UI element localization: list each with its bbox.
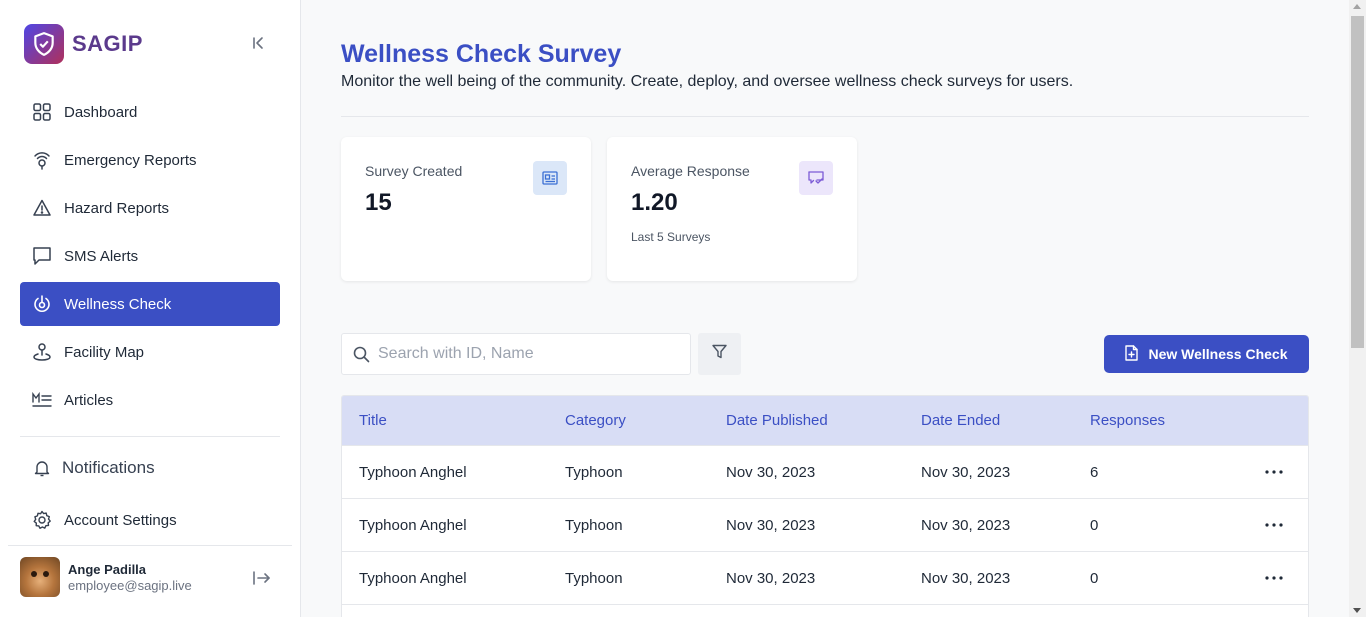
search-bar bbox=[341, 333, 691, 375]
shield-logo-icon bbox=[24, 24, 64, 64]
cell-title: Typhoon Anghel bbox=[359, 516, 467, 534]
user-email: employee@sagip.live bbox=[68, 577, 192, 593]
more-options-icon[interactable] bbox=[1240, 470, 1308, 474]
page-title: Wellness Check Survey bbox=[341, 40, 622, 68]
sidebar-item-label: Emergency Reports bbox=[64, 151, 197, 169]
more-options-icon[interactable] bbox=[1240, 576, 1308, 580]
wellness-table: Title Category Date Published Date Ended… bbox=[341, 395, 1309, 617]
filter-icon bbox=[712, 344, 727, 364]
sidebar-item-label: Hazard Reports bbox=[64, 199, 170, 217]
file-plus-icon bbox=[1125, 344, 1139, 364]
card-note: Last 5 Surveys bbox=[631, 230, 711, 244]
sidebar-item-articles[interactable]: Articles bbox=[20, 378, 280, 422]
filter-button[interactable] bbox=[698, 333, 741, 375]
cell-category: Typhoon bbox=[565, 569, 623, 587]
page-subtitle: Monitor the well being of the community.… bbox=[341, 73, 1074, 90]
cell-responses: 0 bbox=[1090, 516, 1099, 534]
account-settings-label: Account Settings bbox=[64, 511, 177, 529]
user-profile[interactable]: Ange Padilla employee@sagip.live bbox=[20, 557, 192, 597]
card-label: Average Response bbox=[631, 163, 750, 179]
column-header-title[interactable]: Title bbox=[342, 412, 548, 429]
cell-date-published: Nov 30, 2023 bbox=[726, 516, 816, 534]
table-row[interactable] bbox=[342, 604, 1308, 617]
survey-id-card-icon bbox=[533, 161, 567, 195]
broadcast-location-icon bbox=[32, 150, 52, 170]
cell-category: Typhoon bbox=[565, 463, 623, 481]
column-header-category[interactable]: Category bbox=[548, 412, 709, 429]
sidebar-item-label: Wellness Check bbox=[64, 295, 172, 313]
cell-title: Typhoon Anghel bbox=[359, 463, 467, 481]
scrollbar-thumb[interactable] bbox=[1351, 16, 1364, 348]
user-name: Ange Padilla bbox=[68, 561, 147, 577]
table-row[interactable]: Typhoon Anghel Typhoon Nov 30, 2023 Nov … bbox=[342, 498, 1308, 551]
survey-created-card: Survey Created 15 bbox=[341, 137, 591, 281]
message-square-icon bbox=[32, 246, 52, 266]
sidebar-divider bbox=[20, 436, 280, 437]
new-wellness-check-button[interactable]: New Wellness Check bbox=[1104, 335, 1309, 373]
card-value: 1.20 bbox=[631, 189, 678, 216]
card-value: 15 bbox=[365, 189, 392, 216]
warning-triangle-icon bbox=[32, 198, 52, 218]
column-header-date-ended[interactable]: Date Ended bbox=[904, 412, 1073, 429]
column-header-responses[interactable]: Responses bbox=[1073, 412, 1240, 429]
table-row[interactable]: Typhoon Anghel Typhoon Nov 30, 2023 Nov … bbox=[342, 551, 1308, 604]
bell-icon bbox=[32, 458, 52, 478]
new-wellness-check-label: New Wellness Check bbox=[1148, 346, 1288, 362]
sidebar-item-label: Facility Map bbox=[64, 343, 145, 361]
dashboard-grid-icon bbox=[32, 102, 52, 122]
sidebar-item-facility-map[interactable]: Facility Map bbox=[20, 330, 280, 374]
gear-icon bbox=[32, 510, 52, 530]
table-row[interactable]: Typhoon Anghel Typhoon Nov 30, 2023 Nov … bbox=[342, 445, 1308, 498]
main-content: Wellness Check Survey Monitor the well b… bbox=[301, 0, 1349, 617]
cell-date-ended: Nov 30, 2023 bbox=[921, 569, 1011, 587]
sidebar-item-hazard-reports[interactable]: Hazard Reports bbox=[20, 186, 280, 230]
sidebar-item-notifications[interactable]: Notifications bbox=[32, 458, 155, 478]
scroll-up-icon[interactable] bbox=[1353, 4, 1361, 9]
brand[interactable]: SAGIP bbox=[24, 24, 143, 64]
scroll-down-icon[interactable] bbox=[1353, 608, 1361, 613]
avatar bbox=[20, 557, 60, 597]
map-pin-icon bbox=[32, 342, 52, 362]
search-input[interactable] bbox=[378, 345, 678, 363]
sidebar: SAGIP Dashboard Emergency Reports Hazard… bbox=[0, 0, 301, 617]
card-label: Survey Created bbox=[365, 163, 463, 179]
column-header-date-published[interactable]: Date Published bbox=[709, 412, 904, 429]
sidebar-item-label: Dashboard bbox=[64, 103, 138, 121]
cell-date-published: Nov 30, 2023 bbox=[726, 463, 816, 481]
sidebar-nav: Dashboard Emergency Reports Hazard Repor… bbox=[20, 90, 280, 426]
sidebar-item-label: SMS Alerts bbox=[64, 247, 139, 265]
cell-responses: 6 bbox=[1090, 463, 1099, 481]
cell-date-ended: Nov 30, 2023 bbox=[921, 516, 1011, 534]
table-header: Title Category Date Published Date Ended… bbox=[342, 396, 1308, 445]
cell-date-ended: Nov 30, 2023 bbox=[921, 463, 1011, 481]
average-response-card: Average Response 1.20 Last 5 Surveys bbox=[607, 137, 857, 281]
sidebar-item-emergency-reports[interactable]: Emergency Reports bbox=[20, 138, 280, 182]
sidebar-item-dashboard[interactable]: Dashboard bbox=[20, 90, 280, 134]
header-divider bbox=[341, 116, 1309, 117]
cell-responses: 0 bbox=[1090, 569, 1099, 587]
search-icon bbox=[352, 345, 370, 363]
sidebar-item-wellness-check[interactable]: Wellness Check bbox=[20, 282, 280, 326]
more-options-icon[interactable] bbox=[1240, 523, 1308, 527]
power-target-icon bbox=[32, 294, 52, 314]
page-scrollbar[interactable] bbox=[1349, 0, 1366, 617]
sidebar-item-account-settings[interactable]: Account Settings bbox=[32, 510, 177, 530]
notifications-label: Notifications bbox=[62, 458, 155, 477]
logout-icon[interactable] bbox=[252, 568, 272, 588]
cell-date-published: Nov 30, 2023 bbox=[726, 569, 816, 587]
brand-name: SAGIP bbox=[72, 31, 143, 56]
user-divider bbox=[8, 545, 292, 546]
collapse-sidebar-icon[interactable] bbox=[250, 34, 268, 52]
sidebar-item-sms-alerts[interactable]: SMS Alerts bbox=[20, 234, 280, 278]
cell-category: Typhoon bbox=[565, 516, 623, 534]
sidebar-item-label: Articles bbox=[64, 391, 114, 409]
cell-title: Typhoon Anghel bbox=[359, 569, 467, 587]
message-check-icon bbox=[799, 161, 833, 195]
markdown-icon bbox=[32, 390, 52, 410]
